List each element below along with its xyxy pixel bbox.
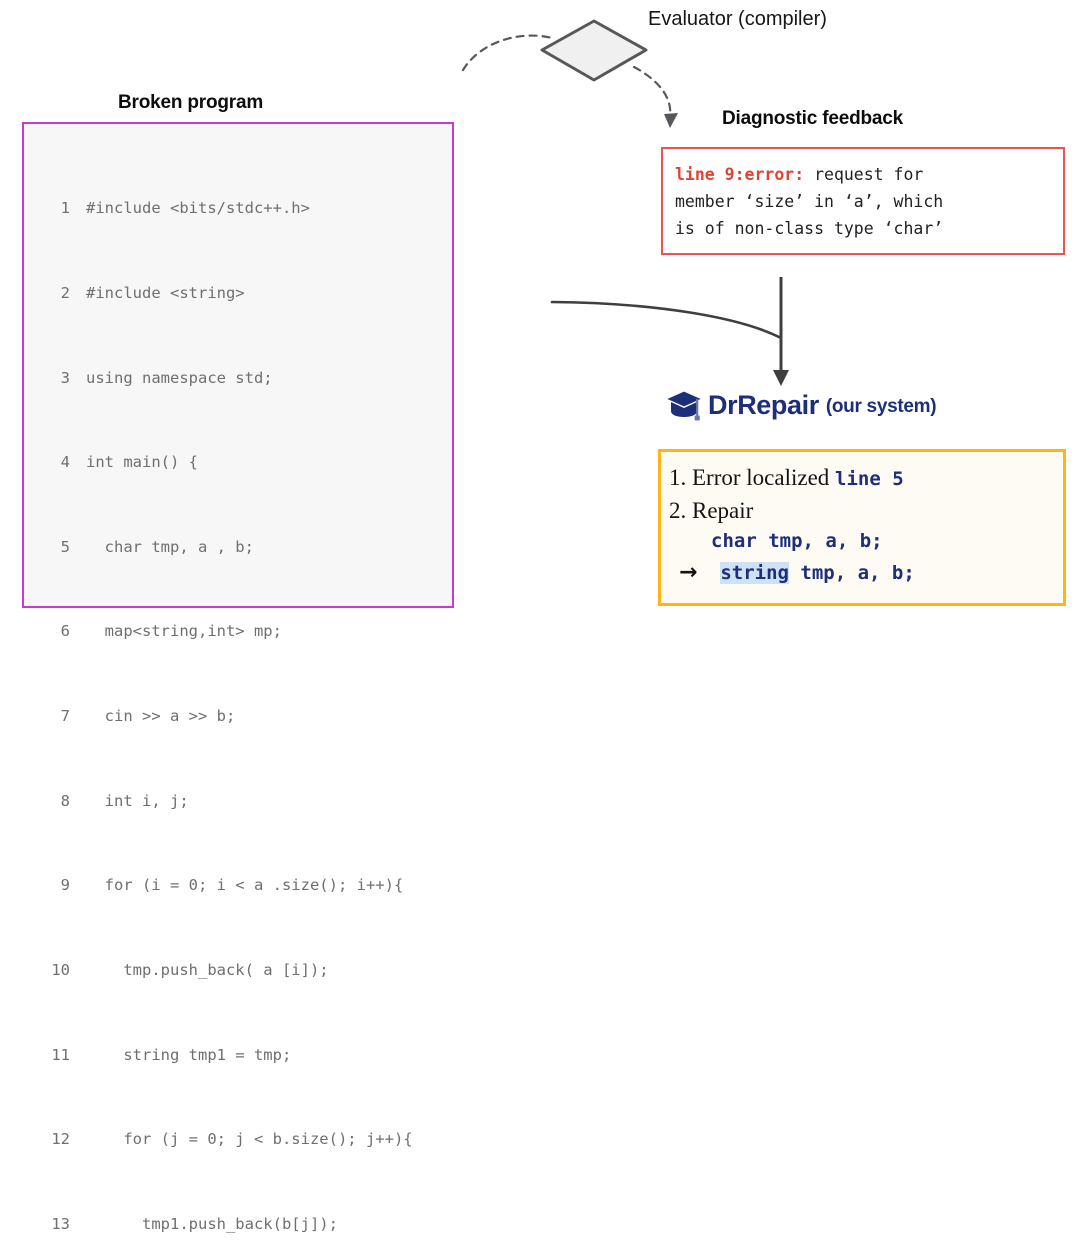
repair-before-code: char tmp, a, b;: [711, 530, 883, 552]
repair-arrow-icon: →: [679, 560, 698, 585]
graduation-cap-icon: [664, 390, 704, 421]
line-content: #include <bits/stdc++.h>: [86, 199, 310, 218]
repair-after-highlight: string: [720, 562, 789, 584]
line-content: map<string,int> mp;: [86, 622, 282, 641]
line-content: int main() {: [86, 453, 198, 472]
code-line: 8 int i, j;: [24, 787, 452, 815]
line-content: string tmp1 = tmp;: [86, 1045, 292, 1064]
code-line: 12 for (j = 0; j < b.size(); j++){: [24, 1125, 452, 1153]
drrepair-output-body: 1. Error localized line 5 2. Repair char…: [661, 452, 1063, 589]
code-line: 7 cin >> a >> b;: [24, 702, 452, 730]
line-content: using namespace std;: [86, 368, 273, 387]
dashed-arrow-head: [664, 113, 678, 128]
dashed-arc-to-evaluator: [461, 34, 554, 72]
repair-step-2: 2. Repair: [669, 495, 1063, 526]
code-listing: 1 #include <bits/stdc++.h> 2 #include <str…: [24, 124, 452, 1250]
line-number: 1: [60, 199, 70, 218]
line-number: 2: [60, 284, 70, 303]
line-number: 8: [60, 791, 70, 810]
repair-step-1: 1. Error localized line 5: [669, 462, 1063, 495]
repair-after-line: → string tmp, a, b;: [669, 557, 1063, 589]
line-number: 13: [51, 1214, 70, 1233]
diagnostic-error-prefix: line 9:error:: [675, 165, 805, 184]
drrepair-subtitle: (our system): [825, 396, 937, 417]
line-number: 7: [60, 707, 70, 726]
line-content: for (i = 0; i < a .size(); i++){: [86, 876, 404, 895]
line-number: 12: [51, 1130, 70, 1149]
evaluator-label: Evaluator (compiler): [648, 8, 827, 30]
code-line: 11 string tmp1 = tmp;: [24, 1041, 452, 1069]
line-content: cin >> a >> b;: [86, 707, 236, 726]
evaluator-diamond: [540, 19, 648, 82]
code-line: 1 #include <bits/stdc++.h>: [24, 194, 452, 222]
code-line: 4 int main() {: [24, 448, 452, 476]
diagnostic-feedback-title: Diagnostic feedback: [722, 108, 903, 129]
repair-after-rest: tmp, a, b;: [788, 562, 915, 584]
line-number: 3: [60, 368, 70, 387]
line-content: int i, j;: [86, 791, 189, 810]
line-content: char tmp, a , b;: [86, 537, 254, 556]
drrepair-name: DrRepair: [708, 389, 819, 420]
code-line: 6 map<string,int> mp;: [24, 617, 452, 645]
line-number: 9: [60, 876, 70, 895]
broken-program-panel: 1 #include <bits/stdc++.h> 2 #include <str…: [22, 122, 454, 1233]
code-line: 9 for (i = 0; i < a .size(); i++){: [24, 871, 452, 899]
repair-step-2-label: 2. Repair: [669, 498, 754, 523]
diagnostic-feedback-box: line 9:error: request for member ‘size’ …: [661, 147, 1065, 255]
code-line: 5 char tmp, a , b;: [24, 533, 452, 561]
diagnostic-message-line-2: member ‘size’ in ‘a’, which: [675, 192, 944, 211]
arrow-head-down: [773, 370, 789, 386]
code-line: 10 tmp.push_back( a [i]);: [24, 956, 452, 984]
dashed-arc-to-diagnostic: [632, 65, 672, 118]
diagnostic-message-line-3: is of non-class type ‘char’: [675, 219, 944, 238]
line-number: 6: [60, 622, 70, 641]
line-number: 5: [60, 537, 70, 556]
line-content: #include <string>: [86, 284, 245, 303]
line-number: 4: [60, 453, 70, 472]
broken-program-title: Broken program: [118, 92, 264, 113]
diagnostic-message-line-1: request for: [804, 165, 924, 184]
line-number: 11: [51, 1045, 70, 1064]
line-content: tmp.push_back( a [i]);: [86, 960, 329, 979]
line-content: for (j = 0; j < b.size(); j++){: [86, 1130, 413, 1149]
diagnostic-message: line 9:error: request for member ‘size’ …: [663, 149, 1063, 242]
line-content: tmp1.push_back(b[j]);: [86, 1214, 338, 1233]
code-line: 3 using namespace std;: [24, 364, 452, 392]
repair-step-1-label: 1. Error localized: [669, 465, 830, 490]
code-line: 2 #include <string>: [24, 279, 452, 307]
code-line: 13 tmp1.push_back(b[j]);: [24, 1210, 452, 1238]
repair-localized-line: line 5: [835, 468, 904, 490]
line-number: 10: [51, 960, 70, 979]
drrepair-header: DrRepair (our system): [664, 388, 937, 422]
drrepair-output-box: 1. Error localized line 5 2. Repair char…: [658, 449, 1066, 606]
curve-program-to-drrepair: [550, 300, 783, 340]
